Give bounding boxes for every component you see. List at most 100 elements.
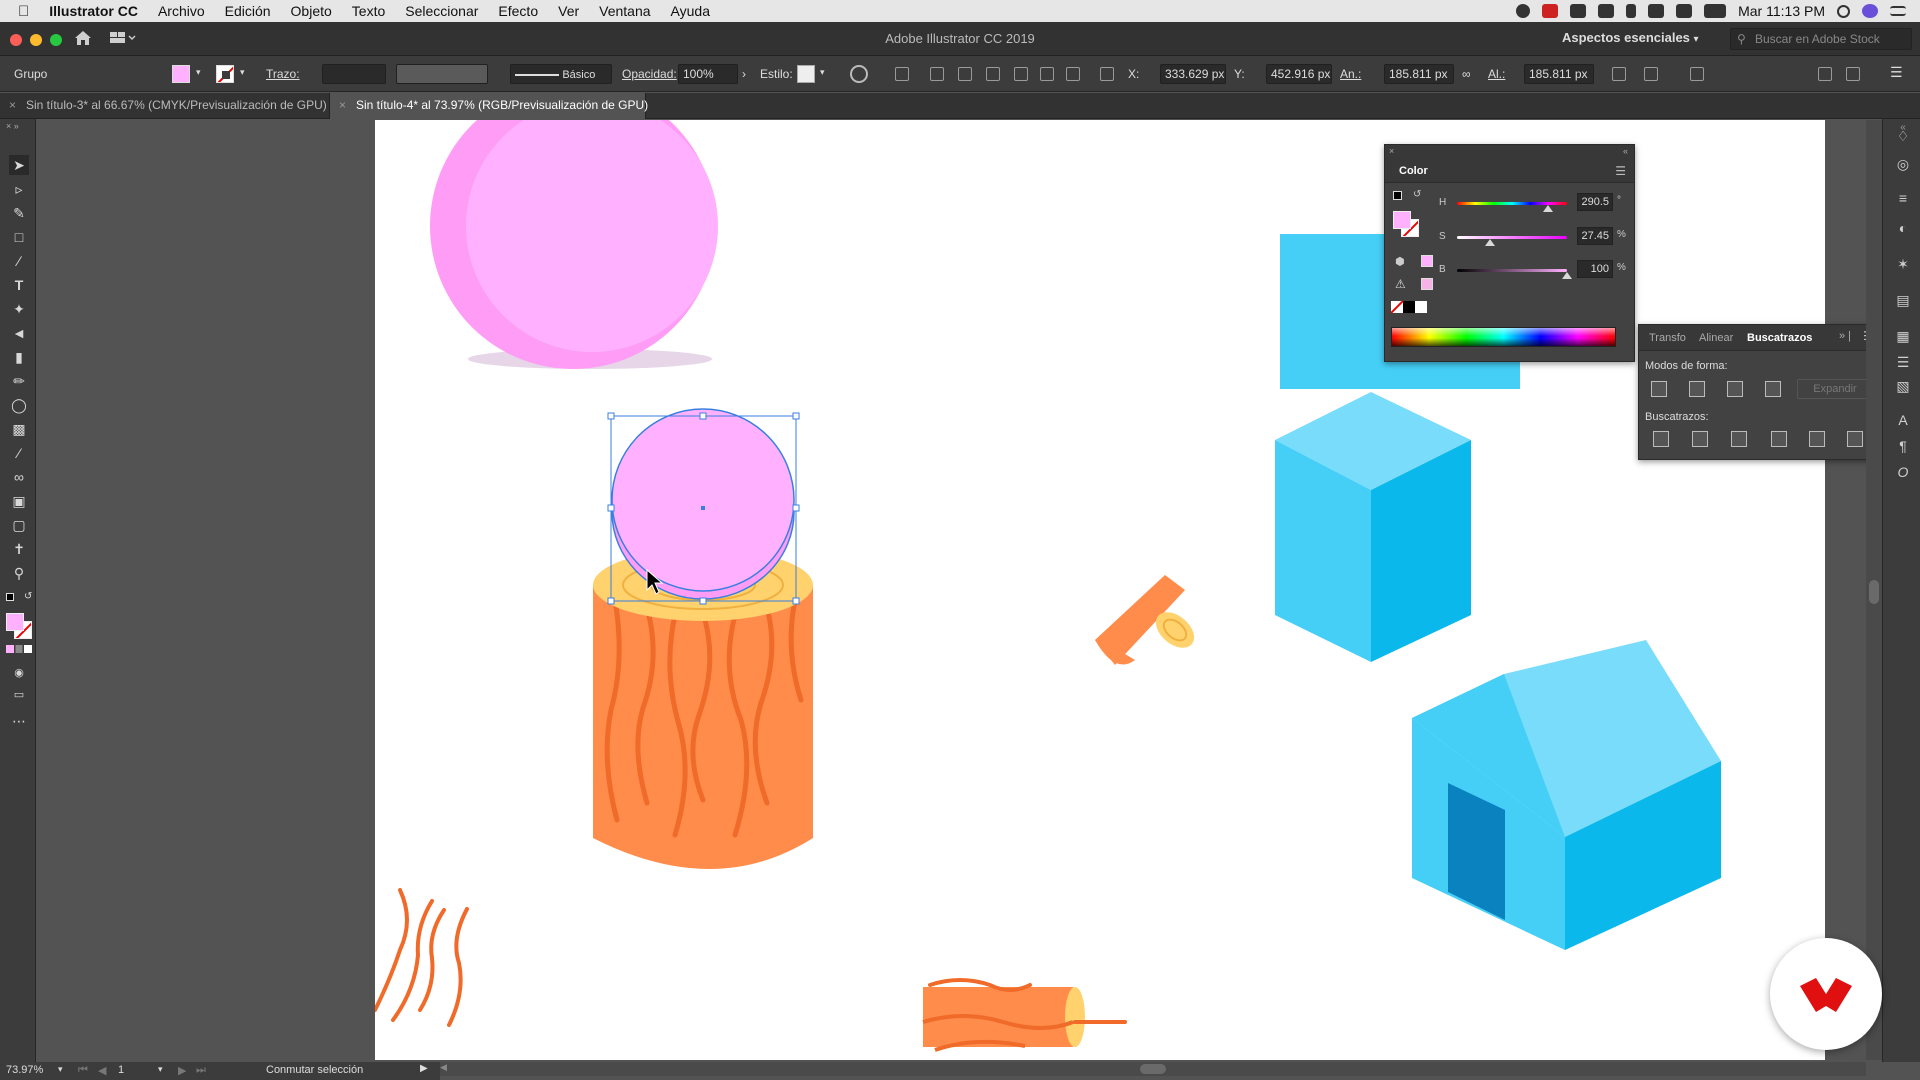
swap-colors-icon[interactable]: ↺ [1413, 189, 1421, 200]
spotlight-icon[interactable] [1837, 4, 1850, 18]
shape-builder-tool-icon[interactable]: ▣ [9, 491, 29, 511]
minus-back-button[interactable] [1847, 431, 1863, 447]
chevron-right-icon[interactable]: › [742, 67, 746, 81]
panel-options-icon[interactable] [1846, 67, 1860, 81]
zoom-level-field[interactable]: 73.97% [6, 1064, 43, 1076]
align-top-icon[interactable] [1014, 67, 1028, 81]
transform-icon[interactable] [1612, 67, 1626, 81]
constrain-proportions-icon[interactable]: ∞ [1462, 67, 1476, 81]
menubar-clock[interactable]: Mar 11:13 PM [1738, 3, 1825, 19]
status-text[interactable]: Conmutar selección [266, 1064, 363, 1076]
wood-log[interactable] [922, 978, 1127, 1052]
notification-center-icon[interactable] [1890, 6, 1906, 16]
blue-house[interactable] [1412, 640, 1721, 950]
handle-top-right[interactable] [792, 412, 800, 420]
unite-button[interactable] [1651, 381, 1667, 397]
gradient-tool-icon[interactable]: ▩ [9, 419, 29, 439]
outline-button[interactable] [1809, 431, 1825, 447]
opacity-label[interactable]: Opacidad: [622, 67, 677, 81]
vertical-scrollbar[interactable] [1866, 120, 1882, 1060]
paintbrush-tool-icon[interactable]: ∕ [9, 251, 29, 271]
puppet-pin-tool-icon[interactable]: ✝ [9, 539, 29, 559]
horizontal-scrollbar[interactable]: ◀ [440, 1062, 1866, 1076]
orange-strands[interactable] [375, 888, 469, 1027]
blend-tool-icon[interactable]: ∞ [9, 467, 29, 487]
handle-middle-right[interactable] [792, 504, 800, 512]
close-icon[interactable]: × [339, 98, 346, 112]
magic-wand-tool-icon[interactable]: ✦ [9, 299, 29, 319]
menu-seleccionar[interactable]: Seleccionar [395, 3, 488, 19]
previous-artboard-icon[interactable]: ◀ [98, 1064, 106, 1077]
first-artboard-icon[interactable]: ⏮ [78, 1064, 88, 1077]
adobe-stock-search-input[interactable]: ⚲ Buscar en Adobe Stock [1730, 28, 1912, 50]
close-icon[interactable]: × [9, 98, 16, 112]
bluetooth-icon[interactable] [1626, 4, 1637, 18]
eraser-tool-icon[interactable]: ▮ [9, 347, 29, 367]
tab-align[interactable]: Alinear [1699, 332, 1733, 344]
handle-bottom-center[interactable] [699, 597, 707, 605]
handle-bottom-left[interactable] [607, 597, 615, 605]
align-vcenter-icon[interactable] [1040, 67, 1054, 81]
chevron-down-icon[interactable]: ▾ [820, 67, 825, 78]
screen-mode-icon[interactable]: ▭ [9, 685, 29, 705]
menu-objeto[interactable]: Objeto [281, 3, 342, 19]
fill-color-box[interactable] [1393, 211, 1411, 229]
gamut-warning-icon[interactable]: ⚠ [1395, 277, 1406, 291]
chevron-down-icon[interactable]: ▾ [158, 1064, 163, 1075]
align-panel-icon[interactable]: ☰ [1894, 353, 1912, 371]
arrange-panels-icon[interactable] [1818, 67, 1832, 81]
saturation-slider[interactable] [1457, 236, 1567, 239]
gamut-swatch[interactable] [1421, 278, 1433, 290]
hamburger-menu-icon[interactable]: ☰ [1615, 164, 1626, 178]
tab-transform[interactable]: Transfo [1649, 332, 1686, 344]
last-artboard-icon[interactable]: ⏭ [196, 1064, 206, 1077]
scroll-left-icon[interactable]: ◀ [440, 1062, 447, 1073]
pathfinder-panel-icon[interactable]: ▧ [1894, 377, 1912, 395]
pencil-tool-icon[interactable]: ✏ [9, 371, 29, 391]
color-panel-header[interactable]: × « Color ☰ [1385, 145, 1634, 183]
menu-ayuda[interactable]: Ayuda [661, 3, 720, 19]
height-field[interactable]: 185.811 px [1524, 64, 1594, 84]
cc-libraries-icon[interactable]: ◎ [1894, 155, 1912, 173]
stroke-weight-field[interactable] [322, 64, 386, 84]
stroke-swatch-none[interactable] [216, 65, 234, 83]
blue-cube[interactable] [1275, 392, 1471, 662]
saturation-slider-thumb[interactable] [1485, 239, 1495, 246]
white-swatch[interactable] [1415, 301, 1427, 313]
more-tools-icon[interactable]: ⋯ [9, 711, 29, 731]
x-position-field[interactable]: 333.629 px [1160, 64, 1226, 84]
chevron-down-icon[interactable]: ▾ [196, 67, 201, 78]
siri-icon[interactable] [1862, 4, 1878, 18]
battery-icon[interactable] [1704, 4, 1727, 18]
expand-panel-icon[interactable]: » | [1839, 330, 1851, 342]
type-tool-icon[interactable]: T [9, 275, 29, 295]
scroll-thumb[interactable] [1869, 580, 1879, 604]
handle-middle-left[interactable] [607, 504, 615, 512]
default-colors-icon[interactable] [6, 593, 14, 601]
chevron-down-icon[interactable]: ▾ [58, 1064, 63, 1075]
transform-panel-icon[interactable]: ▦ [1894, 327, 1912, 345]
collapse-icon[interactable]: « [1623, 146, 1628, 156]
apple-icon[interactable]:  [0, 3, 39, 20]
artboard-number-field[interactable]: 1 [118, 1064, 124, 1076]
menu-edicion[interactable]: Edición [215, 3, 281, 19]
none-swatch[interactable] [1391, 301, 1403, 313]
selection-tool-icon[interactable]: ➤ [9, 155, 29, 175]
eye-icon[interactable] [1598, 4, 1615, 18]
handle-top-left[interactable] [607, 412, 615, 420]
pen-tool-icon[interactable]: ✎ [9, 203, 29, 223]
drawing-mode-icon[interactable]: ◉ [9, 663, 29, 683]
creative-cloud-icon[interactable] [1542, 4, 1559, 18]
align-hcenter-icon[interactable] [958, 67, 972, 81]
variable-width-profile[interactable] [396, 64, 488, 84]
libraries-icon[interactable]: ♢ [1894, 127, 1912, 145]
swap-colors-icon[interactable]: ↺ [24, 591, 32, 602]
reflect-tool-icon[interactable]: ◄ [9, 323, 29, 343]
graphic-styles-icon[interactable]: ▤ [1894, 291, 1912, 309]
rectangle-tool-icon[interactable]: □ [9, 227, 29, 247]
saturation-value-field[interactable]: 27.45 [1577, 227, 1613, 245]
menu-texto[interactable]: Texto [342, 3, 395, 19]
dropbox-icon[interactable] [1570, 4, 1587, 18]
y-position-field[interactable]: 452.916 px [1266, 64, 1332, 84]
next-artboard-icon[interactable]: ▶ [178, 1064, 186, 1077]
